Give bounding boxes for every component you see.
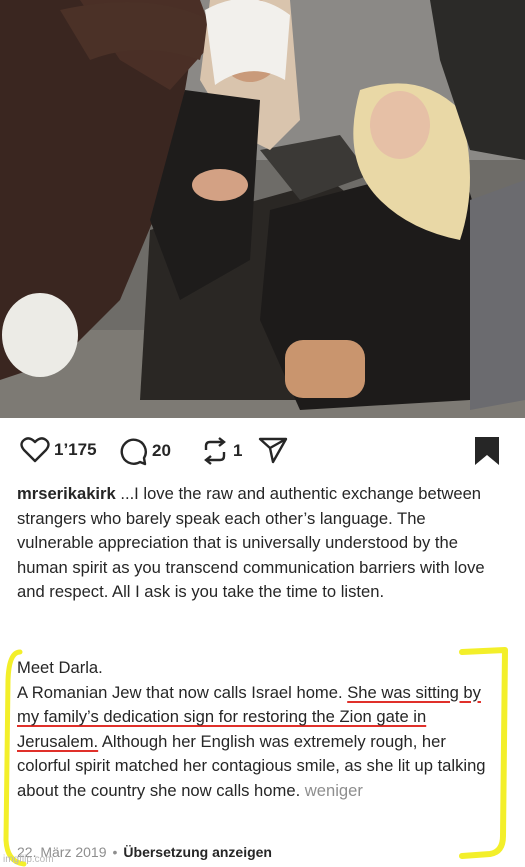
caption-meet-line: Meet Darla. [17, 658, 103, 677]
repost-count: 1 [233, 441, 243, 460]
repost-arrows-icon [201, 436, 229, 466]
heart-icon [20, 436, 50, 464]
comment-button[interactable]: 20 [118, 436, 171, 466]
watermark: imgflip.com [3, 854, 54, 865]
show-translation-link[interactable]: Übersetzung anzeigen [123, 844, 272, 860]
caption-username[interactable]: mrserikakirk [17, 484, 116, 503]
show-less-link[interactable]: weniger [305, 781, 363, 800]
share-button[interactable] [258, 436, 288, 464]
post-action-bar: 1’175 20 1 [0, 418, 525, 480]
comment-count: 20 [152, 441, 171, 460]
caption-paragraph-2: Meet Darla. A Romanian Jew that now call… [17, 656, 497, 803]
post-caption: mrserikakirk ...I love the raw and authe… [17, 482, 497, 605]
like-count: 1’175 [54, 440, 97, 459]
caption-body: A Romanian Jew that now calls Israel hom… [17, 681, 497, 804]
caption-body-intro: A Romanian Jew that now calls Israel hom… [17, 682, 348, 702]
like-button[interactable]: 1’175 [20, 436, 97, 464]
bookmark-icon [474, 436, 500, 466]
comment-bubble-icon [118, 436, 148, 466]
save-button[interactable] [474, 436, 500, 466]
meta-separator: • [112, 844, 118, 860]
post-photo[interactable] [0, 0, 525, 418]
post-meta: 22. März 2019 • Übersetzung anzeigen [17, 844, 272, 860]
paper-plane-icon [258, 436, 288, 464]
repost-button[interactable]: 1 [201, 436, 242, 466]
post-photo-scene [0, 0, 525, 418]
